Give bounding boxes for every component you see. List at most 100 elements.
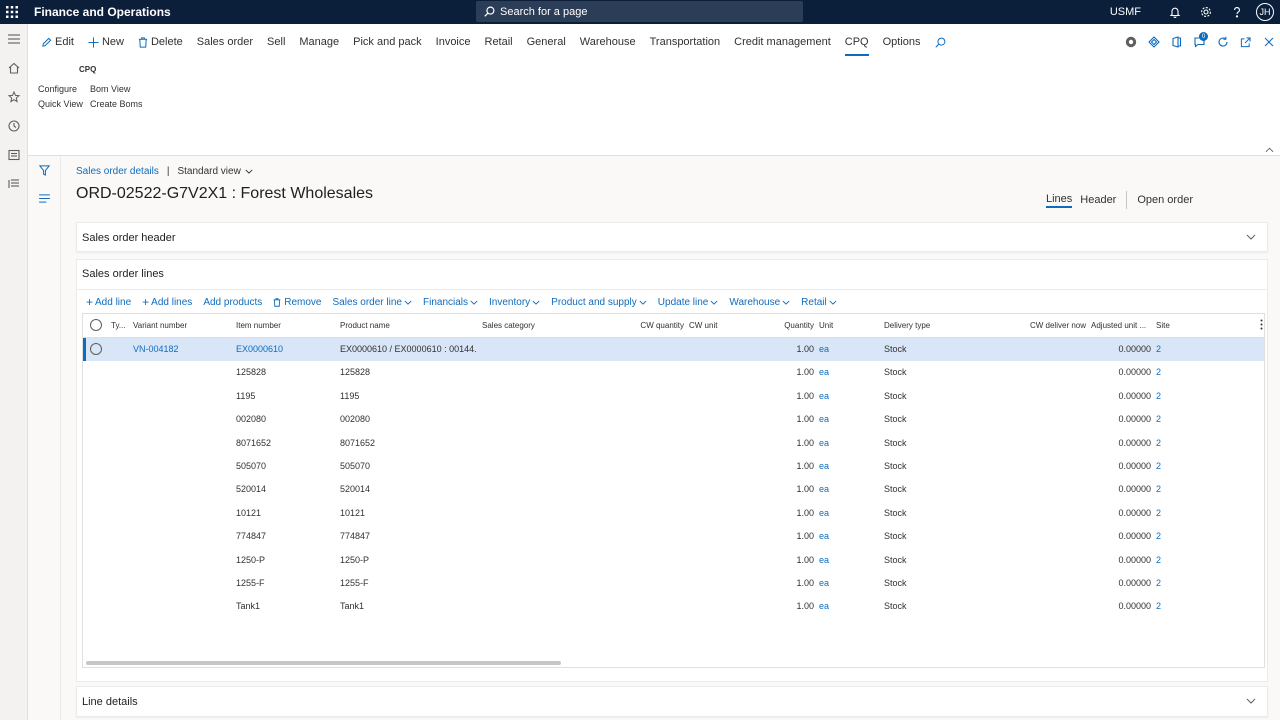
office-icon[interactable]	[1165, 24, 1188, 60]
col-unit[interactable]: Unit	[819, 314, 869, 338]
sales-order-header-fasttab[interactable]: Sales order header	[76, 222, 1268, 252]
cell-variant[interactable]	[133, 525, 233, 548]
add-lines-button[interactable]: + Add lines	[142, 295, 192, 309]
refresh-icon[interactable]	[1211, 24, 1234, 60]
cell-variant[interactable]	[133, 455, 233, 478]
create-boms-button[interactable]: Create Boms	[90, 99, 143, 109]
home-icon[interactable]	[0, 53, 28, 82]
tab-lines[interactable]: Lines	[1045, 193, 1073, 208]
table-row[interactable]: 10121 10121 1.00 ea Stock 0.00000 2	[83, 502, 1264, 525]
cell-variant[interactable]	[133, 502, 233, 525]
sales-order-line-menu[interactable]: Sales order line	[333, 297, 412, 308]
select-all-radio[interactable]	[90, 319, 102, 331]
edit-button[interactable]: Edit	[34, 24, 81, 60]
cell-variant[interactable]: VN-004182	[133, 338, 233, 361]
cell-item[interactable]: 505070	[236, 455, 336, 478]
bom-view-button[interactable]: Bom View	[90, 84, 130, 94]
col-adjusted-unit[interactable]: Adjusted unit ...	[1091, 314, 1151, 338]
cell-variant[interactable]	[133, 385, 233, 408]
remove-button[interactable]: Remove	[273, 297, 322, 308]
tab-general[interactable]: General	[520, 24, 573, 60]
list-icon[interactable]	[28, 184, 61, 212]
cell-item[interactable]: 10121	[236, 502, 336, 525]
cell-variant[interactable]	[133, 432, 233, 455]
app-launcher-icon[interactable]	[0, 0, 24, 24]
quick-view-button[interactable]: Quick View	[38, 99, 83, 109]
company-picker[interactable]: USMF	[1110, 6, 1141, 18]
warehouse-menu[interactable]: Warehouse	[729, 297, 790, 308]
col-delivery-type[interactable]: Delivery type	[884, 314, 994, 338]
sales-order-details-link[interactable]: Sales order details	[76, 166, 159, 177]
line-details-fasttab[interactable]: Line details	[76, 686, 1268, 717]
cell-variant[interactable]	[133, 549, 233, 572]
more-columns-icon[interactable]	[1260, 319, 1263, 333]
tab-header[interactable]: Header	[1080, 194, 1116, 207]
modules-icon[interactable]	[0, 169, 28, 198]
horizontal-scrollbar[interactable]	[86, 661, 561, 665]
retail-menu[interactable]: Retail	[801, 297, 837, 308]
bell-icon[interactable]	[1159, 0, 1190, 24]
tab-sell[interactable]: Sell	[260, 24, 292, 60]
cell-item[interactable]: 774847	[236, 525, 336, 548]
open-order-button[interactable]: Open order	[1137, 194, 1193, 207]
tab-retail[interactable]: Retail	[478, 24, 520, 60]
workspaces-icon[interactable]	[0, 140, 28, 169]
table-row[interactable]: 505070 505070 1.00 ea Stock 0.00000 2	[83, 455, 1264, 478]
col-type[interactable]: Ty...	[111, 314, 131, 338]
avatar[interactable]: JH	[1256, 3, 1274, 21]
table-row[interactable]: 125828 125828 1.00 ea Stock 0.00000 2	[83, 361, 1264, 384]
col-product-name[interactable]: Product name	[340, 314, 470, 338]
delete-button[interactable]: Delete	[131, 24, 190, 60]
tab-cpq[interactable]: CPQ	[838, 24, 876, 60]
col-sales-category[interactable]: Sales category	[482, 314, 602, 338]
search-box[interactable]: Search for a page	[476, 1, 803, 22]
tab-options[interactable]: Options	[876, 24, 928, 60]
cell-item[interactable]: 520014	[236, 478, 336, 501]
table-row[interactable]: 520014 520014 1.00 ea Stock 0.00000 2	[83, 478, 1264, 501]
product-and-supply-menu[interactable]: Product and supply	[551, 297, 647, 308]
cell-item[interactable]: 125828	[236, 361, 336, 384]
update-line-menu[interactable]: Update line	[658, 297, 719, 308]
cell-variant[interactable]	[133, 572, 233, 595]
cell-item[interactable]: 002080	[236, 408, 336, 431]
cell-item[interactable]: EX0000610	[236, 338, 336, 361]
tab-sales-order[interactable]: Sales order	[190, 24, 260, 60]
star-icon[interactable]	[0, 82, 28, 111]
cell-item[interactable]: 1195	[236, 385, 336, 408]
tab-manage[interactable]: Manage	[292, 24, 346, 60]
add-products-button[interactable]: Add products	[203, 297, 262, 308]
row-select-radio[interactable]	[90, 343, 102, 355]
close-icon[interactable]	[1257, 24, 1280, 60]
col-item-number[interactable]: Item number	[236, 314, 336, 338]
col-site[interactable]: Site	[1156, 314, 1196, 338]
tab-pick-and-pack[interactable]: Pick and pack	[346, 24, 428, 60]
new-button[interactable]: New	[81, 24, 131, 60]
cell-variant[interactable]	[133, 361, 233, 384]
tab-transportation[interactable]: Transportation	[643, 24, 728, 60]
collapse-action-pane-icon[interactable]	[1265, 142, 1274, 156]
col-cw-unit[interactable]: CW unit	[689, 314, 749, 338]
cell-variant[interactable]	[133, 408, 233, 431]
add-line-button[interactable]: + Add line	[86, 295, 131, 309]
clock-icon[interactable]	[0, 111, 28, 140]
tab-credit-management[interactable]: Credit management	[727, 24, 838, 60]
cell-variant[interactable]	[133, 595, 233, 618]
col-variant-number[interactable]: Variant number	[133, 314, 233, 338]
help-icon[interactable]	[1221, 0, 1252, 24]
notifications-icon[interactable]: 0	[1188, 24, 1211, 60]
table-row[interactable]: 002080 002080 1.00 ea Stock 0.00000 2	[83, 408, 1264, 431]
inventory-menu[interactable]: Inventory	[489, 297, 540, 308]
tab-invoice[interactable]: Invoice	[429, 24, 478, 60]
fasttab-title[interactable]: Sales order lines	[82, 268, 164, 280]
power-apps-icon[interactable]	[1119, 24, 1142, 60]
app-title[interactable]: Finance and Operations	[34, 5, 171, 19]
cell-item[interactable]: 1255-F	[236, 572, 336, 595]
view-selector[interactable]: Standard view	[177, 166, 253, 177]
table-row[interactable]: 1195 1195 1.00 ea Stock 0.00000 2	[83, 385, 1264, 408]
table-row[interactable]: 1250-P 1250-P 1.00 ea Stock 0.00000 2	[83, 549, 1264, 572]
col-cw-deliver-now[interactable]: CW deliver now	[1014, 314, 1086, 338]
table-row[interactable]: 1255-F 1255-F 1.00 ea Stock 0.00000 2	[83, 572, 1264, 595]
gear-icon[interactable]	[1190, 0, 1221, 24]
financials-menu[interactable]: Financials	[423, 297, 478, 308]
col-quantity[interactable]: Quantity	[763, 314, 814, 338]
